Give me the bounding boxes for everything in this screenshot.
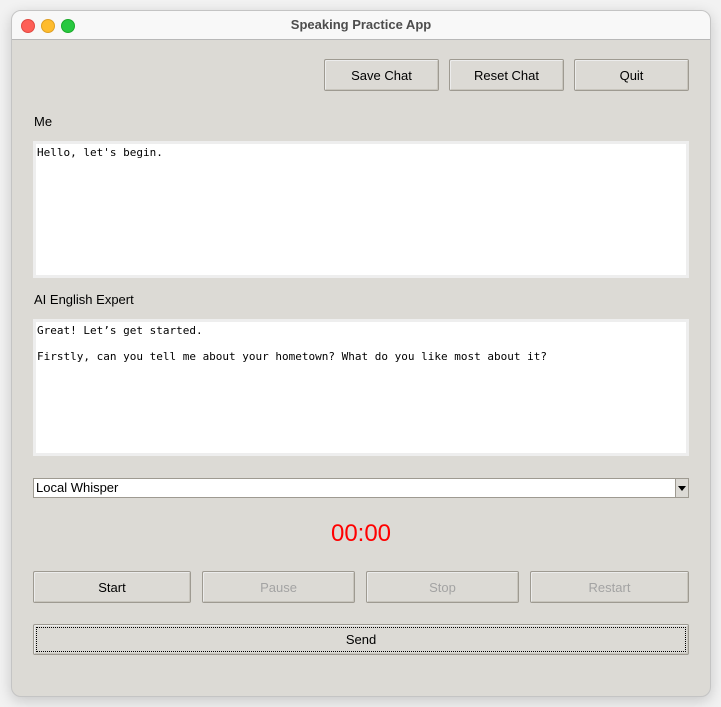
restart-button[interactable]: Restart (530, 571, 689, 603)
ai-text-area[interactable]: Great! Let’s get started. Firstly, can y… (33, 319, 689, 456)
pause-label: Pause (260, 579, 297, 595)
window-title: Speaking Practice App (290, 17, 432, 32)
engine-select-value: Local Whisper (36, 480, 119, 495)
quit-button[interactable]: Quit (574, 59, 689, 91)
stop-button[interactable]: Stop (366, 571, 519, 603)
title-bar: Speaking Practice App (12, 11, 710, 40)
app-window: Speaking Practice App Save Chat Reset Ch… (11, 10, 711, 697)
restart-label: Restart (588, 579, 631, 595)
ai-label: AI English Expert (34, 292, 134, 307)
timer-display: 00:00 (330, 520, 392, 547)
start-button[interactable]: Start (33, 571, 191, 603)
send-button[interactable]: Send (33, 624, 689, 655)
quit-label: Quit (619, 67, 644, 83)
reset-chat-label: Reset Chat (473, 67, 540, 83)
reset-chat-button[interactable]: Reset Chat (449, 59, 564, 91)
engine-select-dropdown-button[interactable] (675, 478, 689, 498)
focus-ring (36, 627, 686, 652)
me-label: Me (34, 114, 53, 129)
pause-button[interactable]: Pause (202, 571, 355, 603)
stop-label: Stop (429, 579, 456, 595)
start-label: Start (98, 579, 126, 595)
engine-select[interactable]: Local Whisper (33, 478, 676, 498)
save-chat-button[interactable]: Save Chat (324, 59, 439, 91)
save-chat-label: Save Chat (351, 67, 412, 83)
chevron-down-icon (678, 485, 686, 491)
me-text-area[interactable]: Hello, let's begin. (33, 141, 689, 278)
